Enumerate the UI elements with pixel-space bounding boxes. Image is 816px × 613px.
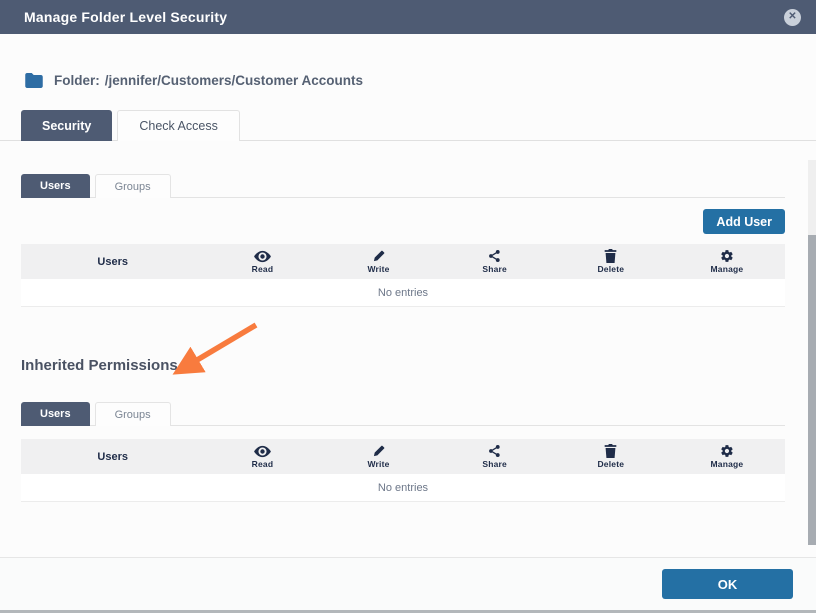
eye-icon <box>254 445 271 458</box>
read-column-header: Read <box>204 250 320 274</box>
gear-icon <box>720 444 734 458</box>
tab-groups[interactable]: Groups <box>95 174 171 198</box>
manage-label: Manage <box>710 459 743 469</box>
share-label: Share <box>482 264 507 274</box>
share-label: Share <box>482 459 507 469</box>
security-panel: Users Groups Add User Users Read Write S… <box>0 174 816 502</box>
inherited-users-permissions-table: Users Read Write Share Delete <box>21 439 785 502</box>
trash-icon <box>604 444 617 458</box>
ok-button[interactable]: OK <box>662 569 793 599</box>
pencil-icon <box>372 444 386 458</box>
scrollbar-thumb[interactable] <box>808 235 816 545</box>
inherited-tab-bar: Users Groups <box>21 402 785 426</box>
inherited-tab-groups[interactable]: Groups <box>95 402 171 426</box>
close-icon[interactable]: ✕ <box>784 9 801 26</box>
write-column-header: Write <box>320 444 436 469</box>
folder-path: /jennifer/Customers/Customer Accounts <box>105 73 363 88</box>
write-label: Write <box>367 264 389 274</box>
share-column-header: Share <box>437 444 553 469</box>
main-tab-bar: Security Check Access <box>0 110 816 141</box>
write-column-header: Write <box>320 249 436 274</box>
tab-check-access[interactable]: Check Access <box>117 110 240 141</box>
share-icon <box>488 444 501 458</box>
eye-icon <box>254 250 271 263</box>
share-icon <box>488 249 501 263</box>
trash-icon <box>604 249 617 263</box>
add-user-row: Add User <box>21 209 785 234</box>
delete-label: Delete <box>597 459 624 469</box>
manage-column-header: Manage <box>669 249 785 274</box>
read-label: Read <box>252 459 274 469</box>
delete-column-header: Delete <box>553 249 669 274</box>
delete-column-header: Delete <box>553 444 669 469</box>
empty-table-message: No entries <box>21 474 785 502</box>
folder-icon <box>24 72 44 89</box>
empty-table-message: No entries <box>21 279 785 307</box>
folder-path-row: Folder: /jennifer/Customers/Customer Acc… <box>24 72 816 89</box>
permissions-tab-bar: Users Groups <box>21 174 785 198</box>
add-user-button[interactable]: Add User <box>703 209 785 234</box>
manage-column-header: Manage <box>669 444 785 469</box>
read-label: Read <box>252 264 274 274</box>
read-column-header: Read <box>204 445 320 469</box>
users-permissions-table: Users Read Write Share Delete <box>21 244 785 307</box>
manage-label: Manage <box>710 264 743 274</box>
gear-icon <box>720 249 734 263</box>
delete-label: Delete <box>597 264 624 274</box>
table-header-row: Users Read Write Share Delete <box>21 244 785 279</box>
users-column-header: Users <box>21 256 204 268</box>
dialog-header: Manage Folder Level Security ✕ <box>0 0 816 34</box>
write-label: Write <box>367 459 389 469</box>
folder-label: Folder: <box>54 73 100 88</box>
table-header-row: Users Read Write Share Delete <box>21 439 785 474</box>
tab-users[interactable]: Users <box>21 174 90 198</box>
share-column-header: Share <box>437 249 553 274</box>
pencil-icon <box>372 249 386 263</box>
dialog-title: Manage Folder Level Security <box>24 9 227 25</box>
manage-folder-security-dialog: Manage Folder Level Security ✕ Folder: /… <box>0 0 816 613</box>
users-column-header: Users <box>21 451 204 463</box>
inherited-tab-users[interactable]: Users <box>21 402 90 426</box>
dialog-footer: OK <box>0 557 816 610</box>
inherited-permissions-heading: Inherited Permissions <box>21 357 785 374</box>
tab-security[interactable]: Security <box>21 110 112 141</box>
